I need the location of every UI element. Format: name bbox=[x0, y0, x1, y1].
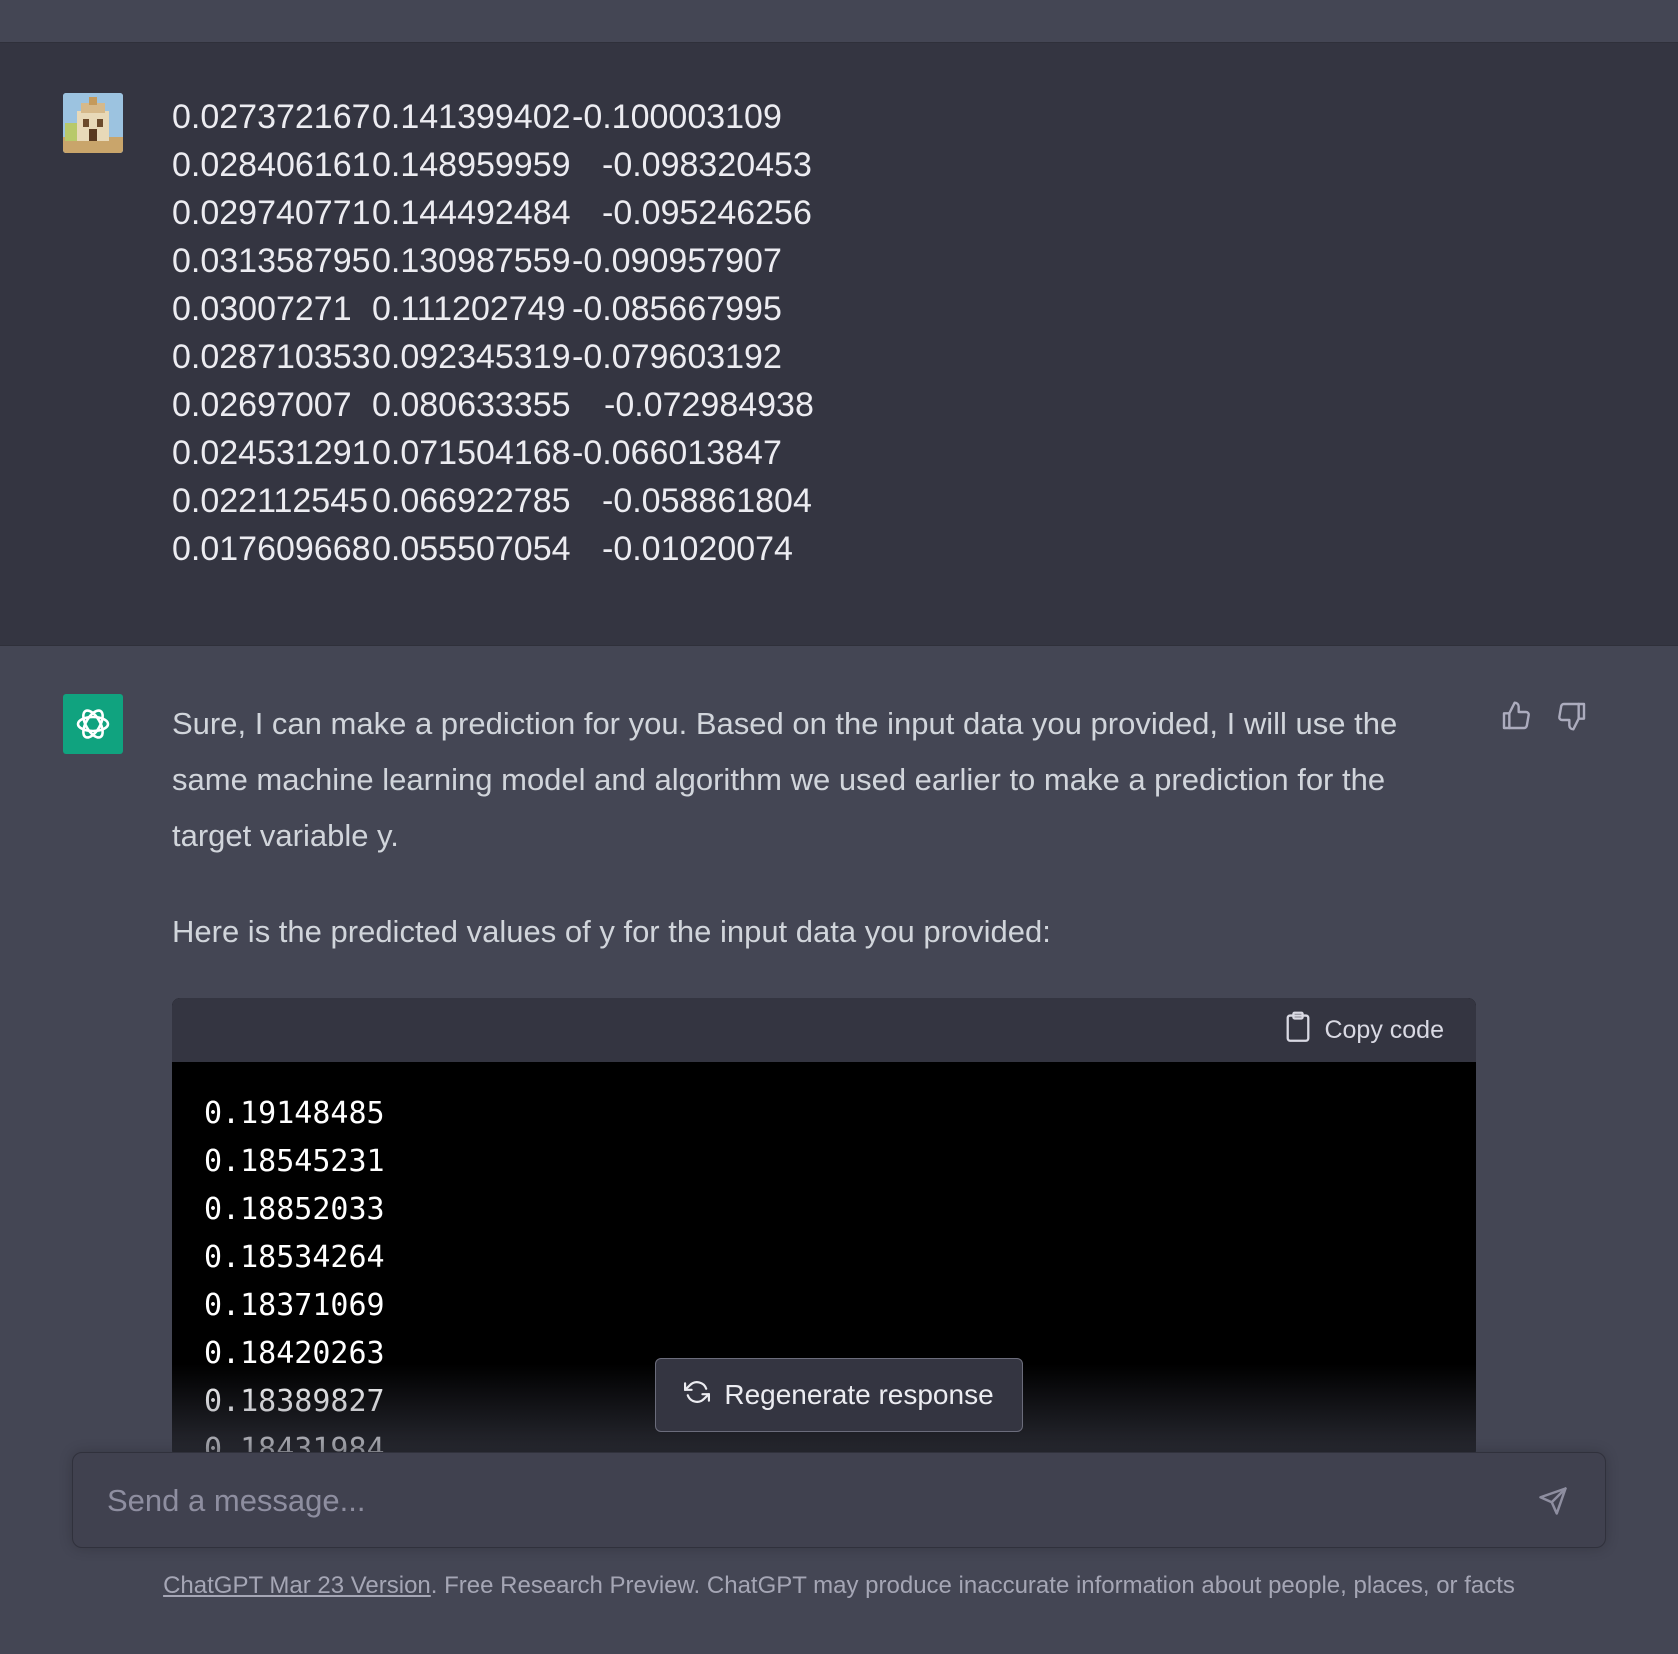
table-cell: 0.071504168 bbox=[372, 434, 571, 472]
user-data-table: 0.027372167 0.141399402 -0.100003109 0.028… bbox=[172, 93, 864, 573]
chatgpt-logo-icon bbox=[63, 694, 123, 754]
table-row: 0.028406161 0.148959959 -0.098320453 bbox=[172, 141, 864, 189]
table-cell: 0.111202749 bbox=[372, 290, 566, 328]
clipboard-icon[interactable] bbox=[1284, 1011, 1312, 1050]
table-cell: 0.02697007 bbox=[172, 386, 352, 424]
message-composer bbox=[72, 1452, 1606, 1549]
regenerate-label: Regenerate response bbox=[724, 1379, 994, 1410]
code-line: 0.18371069 bbox=[204, 1288, 385, 1323]
table-cell: 0.029740771 bbox=[172, 194, 371, 232]
message-input[interactable] bbox=[105, 1453, 1509, 1549]
table-cell: 0.066922785 bbox=[372, 482, 571, 520]
table-row: 0.03007271 0.111202749 -0.085667995 bbox=[172, 285, 864, 333]
table-row: 0.024531291 0.071504168 -0.066013847 bbox=[172, 429, 864, 477]
table-row: 0.022112545 0.066922785 -0.058861804 bbox=[172, 477, 864, 525]
footer-text: . Free Research Preview. ChatGPT may pro… bbox=[430, 1572, 1515, 1599]
table-row: 0.027372167 0.141399402 -0.100003109 bbox=[172, 93, 864, 141]
user-message: 0.027372167 0.141399402 -0.100003109 0.028… bbox=[0, 42, 1678, 646]
code-line: 0.19148485 bbox=[204, 1096, 385, 1131]
thumbs-down-icon[interactable] bbox=[1554, 698, 1590, 734]
top-strip bbox=[0, 0, 1678, 42]
assistant-paragraph: Sure, I can make a prediction for you. B… bbox=[172, 706, 1398, 853]
table-cell: 0.031358795 bbox=[172, 242, 371, 280]
table-cell: -0.079603192 bbox=[572, 338, 782, 376]
table-cell: -0.095246256 bbox=[602, 194, 812, 232]
table-cell: 0.144492484 bbox=[372, 194, 571, 232]
table-cell: 0.055507054 bbox=[372, 530, 571, 568]
code-header: Copy code bbox=[172, 998, 1476, 1062]
table-cell: 0.027372167 bbox=[172, 98, 371, 136]
table-cell: -0.098320453 bbox=[602, 146, 812, 184]
thumbs-up-icon[interactable] bbox=[1498, 698, 1534, 734]
table-cell: 0.028406161 bbox=[172, 146, 371, 184]
table-row: 0.028710353 0.092345319 -0.079603192 bbox=[172, 333, 864, 381]
code-line: 0.18852033 bbox=[204, 1192, 385, 1227]
regenerate-response-button[interactable]: Regenerate response bbox=[655, 1358, 1023, 1432]
user-avatar-icon bbox=[63, 93, 123, 153]
table-cell: 0.080633355 bbox=[372, 386, 571, 424]
table-row: 0.017609668 0.055507054 -0.01020074 bbox=[172, 525, 864, 573]
footer: ChatGPT Mar 23 Version. Free Research Pr… bbox=[0, 1572, 1678, 1600]
table-cell: 0.017609668 bbox=[172, 530, 371, 568]
table-cell: 0.130987559 bbox=[372, 242, 571, 280]
version-link[interactable]: ChatGPT Mar 23 Version bbox=[163, 1572, 431, 1599]
code-line: 0.18534264 bbox=[204, 1240, 385, 1275]
table-row: 0.029740771 0.144492484 -0.095246256 bbox=[172, 189, 864, 237]
table-cell: -0.066013847 bbox=[572, 434, 782, 472]
table-cell: 0.141399402 bbox=[372, 98, 571, 136]
table-cell: -0.01020074 bbox=[602, 530, 793, 568]
send-icon[interactable] bbox=[1535, 1483, 1571, 1519]
table-row: 0.02697007 0.080633355 -0.072984938 bbox=[172, 381, 864, 429]
table-cell: -0.085667995 bbox=[572, 290, 782, 328]
table-cell: 0.028710353 bbox=[172, 338, 371, 376]
refresh-icon bbox=[684, 1379, 711, 1412]
table-cell: -0.100003109 bbox=[572, 98, 782, 136]
code-line: 0.18545231 bbox=[204, 1144, 385, 1179]
table-cell: 0.03007271 bbox=[172, 290, 352, 328]
table-cell: 0.022112545 bbox=[172, 482, 369, 520]
table-row: 0.031358795 0.130987559 -0.090957907 bbox=[172, 237, 864, 285]
table-cell: 0.148959959 bbox=[372, 146, 571, 184]
table-cell: 0.092345319 bbox=[372, 338, 571, 376]
copy-code-button[interactable]: Copy code bbox=[1324, 1016, 1444, 1045]
table-cell: 0.024531291 bbox=[172, 434, 371, 472]
assistant-paragraph: Here is the predicted values of y for th… bbox=[172, 914, 1051, 949]
table-cell: -0.090957907 bbox=[572, 242, 782, 280]
table-cell: -0.058861804 bbox=[602, 482, 812, 520]
assistant-text: Sure, I can make a prediction for you. B… bbox=[172, 696, 1462, 1000]
table-cell: -0.072984938 bbox=[604, 386, 814, 424]
